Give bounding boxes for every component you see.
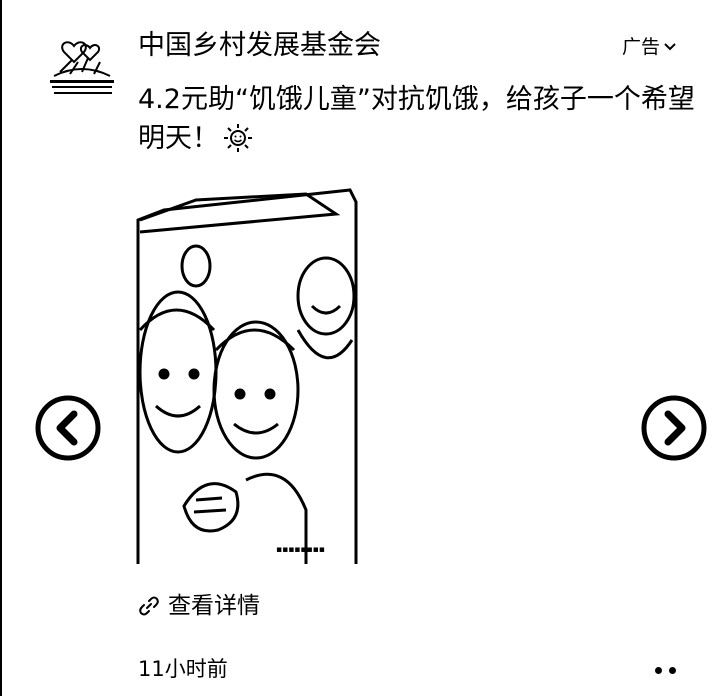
ad-headline: 4.2元助“饥饿儿童”对抗饥饿，给孩子一个希望明天！ [138,80,698,158]
link-icon [139,596,159,616]
next-arrow-button[interactable] [640,394,708,462]
headline-text: 4.2元助“饥饿儿童”对抗饥饿，给孩子一个希望明天！ [138,84,695,154]
sun-emoji-icon [224,124,252,152]
left-border [0,0,2,696]
more-dot [655,666,662,674]
chevron-down-icon [664,43,676,51]
more-options-button[interactable] [655,660,685,680]
foundation-logo-icon [53,41,111,77]
post-timestamp: 11小时前 [138,657,228,681]
ad-label-dropdown[interactable]: 广告 [622,34,677,60]
previous-arrow-button[interactable] [34,394,102,462]
advertiser-name[interactable]: 中国乡村发展基金会 [138,28,381,64]
ad-photo[interactable]: ▪▪▪▪▪▪▪▪ [136,180,358,564]
avatar[interactable] [44,38,122,100]
view-details-link[interactable]: 查看详情 [138,590,260,622]
svg-text:▪▪▪▪▪▪▪▪: ▪▪▪▪▪▪▪▪ [276,545,325,555]
view-details-label: 查看详情 [168,593,260,619]
ad-label: 广告 [622,36,661,58]
more-dot [669,666,676,674]
